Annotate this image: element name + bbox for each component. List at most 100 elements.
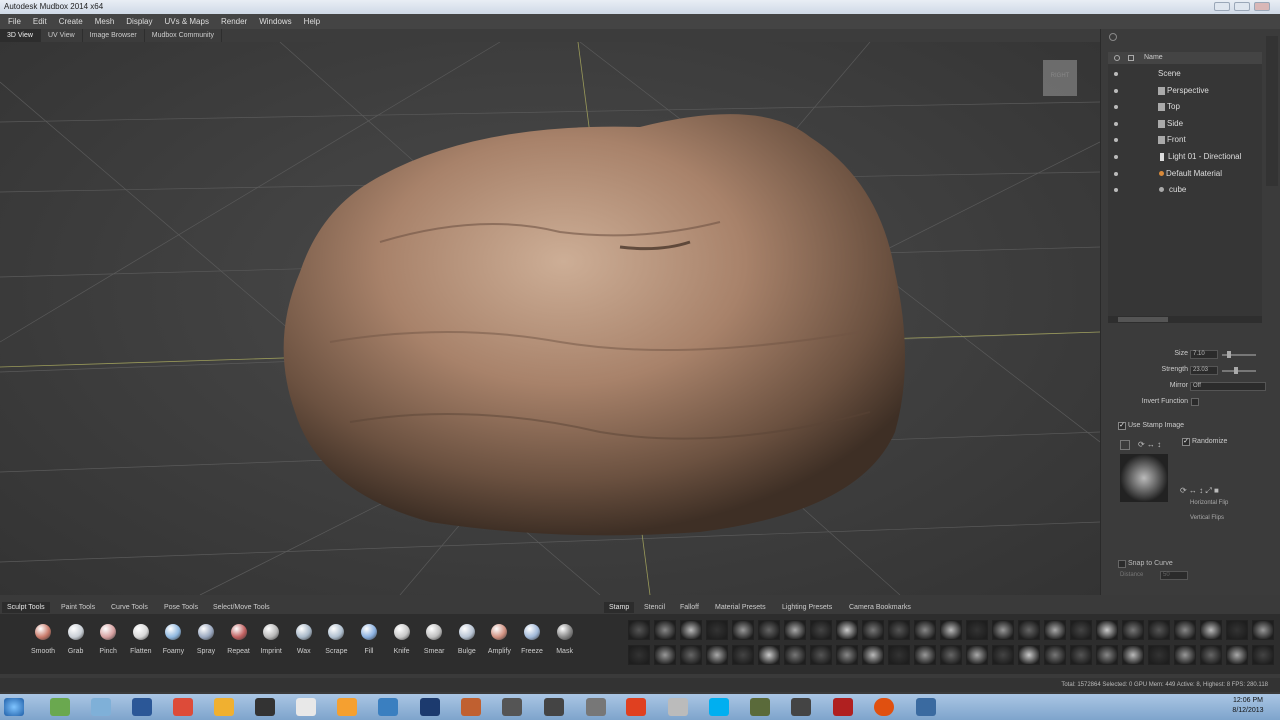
stamp-thumbnail[interactable] bbox=[1070, 620, 1092, 640]
stamp-thumbnail[interactable] bbox=[1148, 645, 1170, 665]
stamp-thumbnail[interactable] bbox=[810, 645, 832, 665]
visibility-dot-icon[interactable] bbox=[1114, 155, 1118, 159]
word-icon[interactable] bbox=[132, 698, 152, 716]
stamp-rotate-icons[interactable]: ⟳ ↔ ↕ bbox=[1138, 440, 1170, 450]
stamp-thumbnail[interactable] bbox=[654, 620, 676, 640]
stamp-thumbnail[interactable] bbox=[1174, 645, 1196, 665]
menu-help[interactable]: Help bbox=[298, 14, 326, 29]
steam-icon[interactable] bbox=[791, 698, 811, 716]
randomize-checkbox[interactable]: ✓ bbox=[1182, 438, 1190, 446]
visibility-dot-icon[interactable] bbox=[1114, 105, 1118, 109]
visibility-dot-icon[interactable] bbox=[1114, 122, 1118, 126]
stamp-thumbnail[interactable] bbox=[862, 645, 884, 665]
stamp-thumbnail[interactable] bbox=[654, 645, 676, 665]
tool-spray[interactable]: Spray bbox=[191, 620, 221, 664]
object-list-item-top[interactable]: Top bbox=[1108, 99, 1262, 115]
strength-slider-knob[interactable] bbox=[1234, 367, 1238, 374]
tool-foamy[interactable]: Foamy bbox=[158, 620, 188, 664]
tab-3d-view[interactable]: 3D View bbox=[0, 29, 41, 42]
tool-scrape[interactable]: Scrape bbox=[321, 620, 351, 664]
stamp-thumbnail[interactable] bbox=[810, 620, 832, 640]
use-stamp-checkbox[interactable]: ✓ bbox=[1118, 422, 1126, 430]
stamp-thumbnail[interactable] bbox=[940, 645, 962, 665]
invert-function-checkbox[interactable] bbox=[1191, 398, 1199, 406]
stamp-help-icon[interactable] bbox=[1120, 440, 1130, 450]
tool-bulge[interactable]: Bulge bbox=[452, 620, 482, 664]
skype-icon[interactable] bbox=[709, 698, 729, 716]
visibility-icon[interactable] bbox=[1114, 55, 1120, 61]
object-list-scrollbar[interactable] bbox=[1108, 316, 1262, 323]
stamp-thumbnail[interactable] bbox=[1200, 620, 1222, 640]
tab-sculpt-tools[interactable]: Sculpt Tools bbox=[2, 602, 50, 613]
stamp-thumbnail[interactable] bbox=[992, 620, 1014, 640]
settings-icon[interactable] bbox=[1109, 33, 1117, 41]
tool-grab[interactable]: Grab bbox=[61, 620, 91, 664]
stamp-thumbnail[interactable] bbox=[784, 645, 806, 665]
menu-display[interactable]: Display bbox=[120, 14, 158, 29]
visibility-dot-icon[interactable] bbox=[1114, 172, 1118, 176]
tool-imprint[interactable]: Imprint bbox=[256, 620, 286, 664]
snap-to-curve-checkbox[interactable] bbox=[1118, 560, 1126, 568]
tool-amplify[interactable]: Amplify bbox=[484, 620, 514, 664]
taskbar-app-icon[interactable] bbox=[91, 698, 111, 716]
photoshop-icon[interactable] bbox=[420, 698, 440, 716]
taskbar-app-icon[interactable] bbox=[833, 698, 853, 716]
visibility-dot-icon[interactable] bbox=[1114, 72, 1118, 76]
taskbar-app-icon[interactable] bbox=[461, 698, 481, 716]
object-list-item-material[interactable]: Default Material bbox=[1108, 166, 1262, 182]
stamp-thumbnail[interactable] bbox=[836, 620, 858, 640]
vertical-flip-label[interactable]: Vertical Flips bbox=[1190, 515, 1224, 521]
system-clock[interactable]: 12:06 PM 8/12/2013 bbox=[1218, 696, 1278, 718]
scrollbar-thumb[interactable] bbox=[1118, 317, 1168, 322]
view-cube[interactable]: RIGHT bbox=[1043, 60, 1077, 96]
taskbar-app-icon[interactable] bbox=[916, 698, 936, 716]
horizontal-flip-label[interactable]: Horizontal Flip bbox=[1190, 500, 1228, 506]
stamp-thumbnail[interactable] bbox=[914, 620, 936, 640]
stamp-thumbnail[interactable] bbox=[1044, 620, 1066, 640]
visibility-dot-icon[interactable] bbox=[1114, 188, 1118, 192]
tab-falloff[interactable]: Falloff bbox=[675, 602, 704, 613]
mirror-select[interactable]: Off bbox=[1190, 382, 1266, 391]
stamp-thumbnail[interactable] bbox=[1148, 620, 1170, 640]
close-button[interactable] bbox=[1254, 2, 1270, 11]
tool-repeat[interactable]: Repeat bbox=[224, 620, 254, 664]
maximize-button[interactable] bbox=[1234, 2, 1250, 11]
stamp-thumbnail[interactable] bbox=[1096, 645, 1118, 665]
taskbar-app-icon[interactable] bbox=[502, 698, 522, 716]
stamp-thumbnail[interactable] bbox=[888, 620, 910, 640]
stamp-thumbnail[interactable] bbox=[1252, 620, 1274, 640]
object-list-item-side[interactable]: Side bbox=[1108, 116, 1262, 132]
menu-uvs-maps[interactable]: UVs & Maps bbox=[159, 14, 215, 29]
menu-render[interactable]: Render bbox=[215, 14, 253, 29]
taskbar-app-icon[interactable] bbox=[214, 698, 234, 716]
chrome-icon[interactable] bbox=[173, 698, 193, 716]
tab-material-presets[interactable]: Material Presets bbox=[710, 602, 771, 613]
tab-curve-tools[interactable]: Curve Tools bbox=[106, 602, 153, 613]
stamp-thumbnail[interactable] bbox=[1070, 645, 1092, 665]
stamp-thumbnail[interactable] bbox=[628, 620, 650, 640]
tool-flatten[interactable]: Flatten bbox=[126, 620, 156, 664]
object-list-item-front[interactable]: Front bbox=[1108, 132, 1262, 148]
stamp-thumbnail[interactable] bbox=[1174, 620, 1196, 640]
menu-edit[interactable]: Edit bbox=[27, 14, 53, 29]
taskbar-app-icon[interactable] bbox=[750, 698, 770, 716]
tool-fill[interactable]: Fill bbox=[354, 620, 384, 664]
strength-field[interactable]: 23.03 bbox=[1190, 366, 1218, 375]
stamp-thumbnail[interactable] bbox=[758, 645, 780, 665]
stamp-thumbnail[interactable] bbox=[680, 645, 702, 665]
visibility-dot-icon[interactable] bbox=[1114, 89, 1118, 93]
tab-image-browser[interactable]: Image Browser bbox=[83, 29, 145, 42]
stamp-thumbnail[interactable] bbox=[1252, 645, 1274, 665]
menu-file[interactable]: File bbox=[2, 14, 27, 29]
stamp-thumbnail[interactable] bbox=[1122, 645, 1144, 665]
menu-windows[interactable]: Windows bbox=[253, 14, 297, 29]
stamp-thumbnail[interactable] bbox=[732, 645, 754, 665]
stamp-thumbnail[interactable] bbox=[706, 645, 728, 665]
mudbox-icon[interactable] bbox=[626, 698, 646, 716]
tool-knife[interactable]: Knife bbox=[387, 620, 417, 664]
taskbar-app-icon[interactable] bbox=[296, 698, 316, 716]
name-column-header[interactable]: Name bbox=[1144, 52, 1163, 64]
menu-mesh[interactable]: Mesh bbox=[89, 14, 121, 29]
lock-icon[interactable] bbox=[1128, 55, 1134, 61]
side-tab-strip[interactable] bbox=[1266, 36, 1278, 186]
